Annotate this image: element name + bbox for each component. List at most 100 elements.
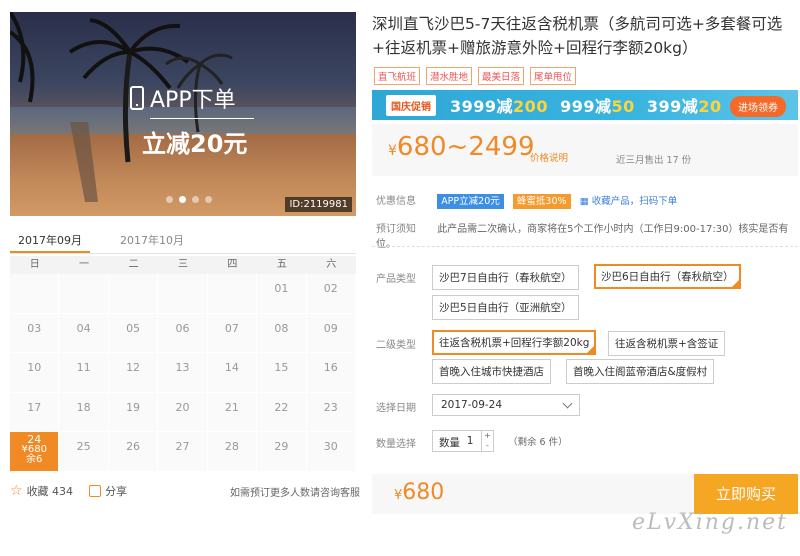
carousel-dot[interactable] <box>179 196 186 203</box>
sub-type-option[interactable]: 首晚入住阁蓝帝酒店&度假村 <box>566 359 715 384</box>
qr-icon: ▦ <box>579 196 589 207</box>
remaining-stock: （剩余 6 件） <box>508 437 568 448</box>
sub-type-option[interactable]: 首晚入住城市快捷酒店 <box>432 359 551 384</box>
calendar-day[interactable]: 03 <box>10 313 60 353</box>
price-range: ¥680~2499 <box>388 132 535 162</box>
favorite-button[interactable]: ☆ 收藏 434 <box>10 483 73 499</box>
sub-type-option[interactable]: 往返含税机票+含签证 <box>608 331 726 356</box>
offer-amount: 200 <box>513 97 548 116</box>
app-order-label: APP下单 <box>130 82 236 114</box>
weekday-label: 日 <box>29 259 40 270</box>
product-type-label: 产品类型 <box>376 274 416 285</box>
date-label: 选择日期 <box>376 403 416 414</box>
calendar-day[interactable]: 26 <box>108 432 159 472</box>
calendar-day[interactable]: 14 <box>207 353 258 393</box>
share-label: 分享 <box>105 485 128 498</box>
price-box: ¥680~2499 价格说明 近三月售出 17 份 <box>372 124 798 176</box>
phone-icon <box>130 86 144 110</box>
product-tags: 直飞航班 潜水胜地 最美日落 尾单甩位 <box>374 67 577 85</box>
calendar-empty-cell <box>108 274 159 314</box>
calendar-day[interactable]: 27 <box>158 432 208 472</box>
tab-month-oct[interactable]: 2017年10月 <box>112 226 192 253</box>
calendar-day[interactable]: 02 <box>306 274 356 314</box>
sub-type-option-selected[interactable]: 往返含税机票+回程行李额20kg <box>432 330 597 355</box>
calendar-day[interactable]: 06 <box>158 313 208 353</box>
calendar-day[interactable]: 04 <box>59 313 109 353</box>
qr-order-link[interactable]: ▦ 收藏产品，扫码下单 <box>580 196 678 207</box>
calendar-day[interactable]: 28 <box>207 432 258 472</box>
product-type-option-selected[interactable]: 沙巴6日自由行（春秋航空） <box>594 264 741 289</box>
calendar-day[interactable]: 29 <box>257 432 307 472</box>
currency-symbol: ¥ <box>388 143 397 159</box>
app-discount-text: 立减20元 <box>142 130 248 158</box>
calendar-day[interactable]: 11 <box>59 353 109 393</box>
offer-text: 3999减 <box>450 97 514 116</box>
tab-month-sep[interactable]: 2017年09月 <box>10 226 90 253</box>
calendar-day[interactable]: 10 <box>10 353 60 393</box>
sold-count: 近三月售出 17 份 <box>616 155 692 166</box>
discount-info-label: 优惠信息 <box>376 196 416 207</box>
carousel-dot[interactable] <box>192 196 199 203</box>
qr-order-text: 收藏产品，扫码下单 <box>591 196 678 207</box>
weekday-header: 日 一 二 三 四 五 六 <box>10 256 356 274</box>
calendar-day-selected[interactable]: 24 ¥680 余6 <box>10 432 60 472</box>
calendar-day[interactable]: 22 <box>257 392 307 432</box>
calendar-day[interactable]: 19 <box>108 392 159 432</box>
calendar-day[interactable]: 08 <box>257 313 307 353</box>
carousel-dot[interactable] <box>166 196 173 203</box>
calendar-day[interactable]: 05 <box>108 313 159 353</box>
calendar-day[interactable]: 01 <box>257 274 307 314</box>
price-range-value: 680~2499 <box>396 132 535 162</box>
calendar-day[interactable]: 15 <box>257 353 307 393</box>
date-select[interactable]: 2017-09-24 <box>432 394 580 416</box>
star-icon: ☆ <box>10 483 23 499</box>
stepper-buttons[interactable]: + - <box>481 431 493 451</box>
divider <box>372 246 798 247</box>
action-bar: ☆ 收藏 434 分享 如需预订更多人数请咨询客服 <box>10 483 360 499</box>
buy-now-button[interactable]: 立即购买 <box>694 474 798 514</box>
calendar-day[interactable]: 25 <box>59 432 109 472</box>
product-type-option[interactable]: 沙巴5日自由行（亚洲航空） <box>432 295 579 320</box>
calendar-day[interactable]: 09 <box>306 313 356 353</box>
product-type-option[interactable]: 沙巴7日自由行（春秋航空） <box>432 265 579 290</box>
offer-text: 399减 <box>646 97 699 116</box>
calendar-day[interactable]: 12 <box>108 353 159 393</box>
calendar-day[interactable]: 18 <box>59 392 109 432</box>
quantity-value[interactable]: 1 <box>467 435 474 447</box>
decrement-icon[interactable]: - <box>486 441 489 450</box>
product-tag: 直飞航班 <box>374 67 421 85</box>
divider <box>150 118 254 119</box>
calendar-day[interactable]: 20 <box>158 392 208 432</box>
app-label-text: APP下单 <box>150 88 236 113</box>
quantity-text: 数量 <box>439 437 460 449</box>
product-tag: 潜水胜地 <box>426 67 473 85</box>
calendar-empty-cell <box>158 274 208 314</box>
favorite-label: 收藏 434 <box>26 485 74 498</box>
promo-label: 国庆促销 <box>386 94 436 116</box>
carousel-dots <box>166 196 212 203</box>
calendar-day[interactable]: 21 <box>207 392 258 432</box>
promo-banner[interactable]: 国庆促销 3999减200 999减50 399减20 进场领券 <box>372 90 798 120</box>
carousel-dot[interactable] <box>205 196 212 203</box>
chevron-down-icon <box>562 398 573 409</box>
offer-text: 999减 <box>560 97 612 116</box>
offer-amount: 50 <box>611 97 635 116</box>
share-button[interactable]: 分享 <box>89 483 127 499</box>
quantity-label: 数量选择 <box>376 439 416 450</box>
quantity-stepper[interactable]: 数量 1 + - <box>432 430 494 452</box>
get-coupon-button[interactable]: 进场领券 <box>730 96 786 117</box>
calendar-day[interactable]: 30 <box>306 432 356 472</box>
day-stock: 余6 <box>26 454 43 465</box>
calendar-day[interactable]: 16 <box>306 353 356 393</box>
weekday-label: 三 <box>177 259 188 270</box>
price-explain-link[interactable]: 价格说明 <box>530 150 568 164</box>
calendar-day[interactable]: 13 <box>158 353 208 393</box>
weekday-label: 四 <box>227 259 238 270</box>
calendar-day[interactable]: 17 <box>10 392 60 432</box>
weekday-label: 一 <box>79 259 90 270</box>
calendar-day[interactable]: 23 <box>306 392 356 432</box>
increment-icon[interactable]: + <box>484 431 491 440</box>
contact-service-link[interactable]: 如需预订更多人数请咨询客服 <box>230 484 360 499</box>
product-hero-image[interactable]: APP下单 立减20元 ID:2119981 <box>10 12 356 216</box>
calendar-day[interactable]: 07 <box>207 313 258 353</box>
